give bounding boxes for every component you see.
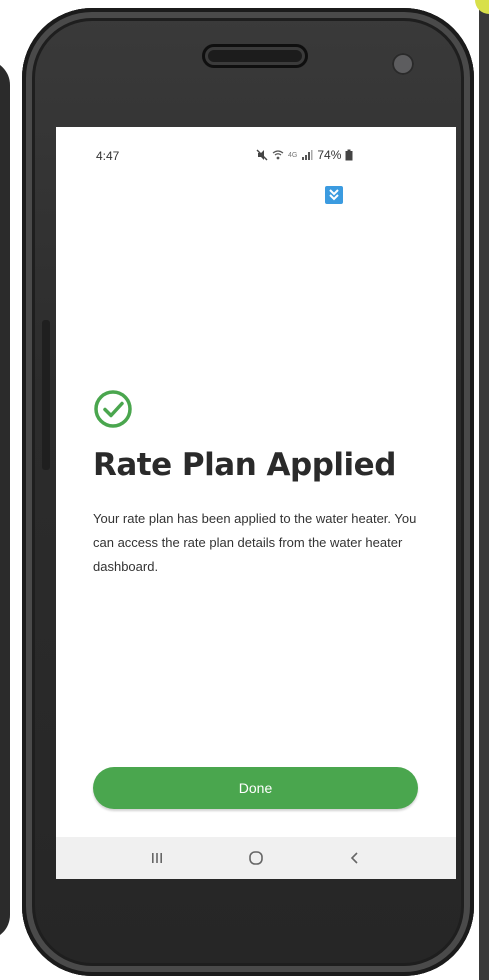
status-time: 4:47 [96,149,120,163]
page-title: Rate Plan Applied [93,447,396,483]
stage: 4:47 4G 74% Rate Plan Applied Your rate … [0,0,489,980]
system-nav-bar [56,837,456,879]
battery-icon [345,149,353,161]
status-bar: 4:47 4G 74% [56,127,456,173]
background-phone-right [479,0,489,980]
background-phone-left [0,60,10,940]
network-type-label: 4G [288,151,298,159]
front-camera [392,53,414,75]
phone-side-button [42,320,50,470]
battery-percent: 74% [317,148,342,162]
wifi-icon [272,149,284,161]
done-button[interactable]: Done [93,767,418,809]
mute-icon [256,149,268,161]
phone-speaker [202,44,308,68]
back-icon[interactable] [340,845,370,871]
signal-icon [301,149,313,161]
check-circle-icon [93,389,133,429]
status-icons: 4G 74% [256,148,353,162]
confirmation-message: Your rate plan has been applied to the w… [93,511,417,574]
down-arrow-icon [325,186,343,204]
phone-screen: 4:47 4G 74% Rate Plan Applied Your rate … [56,127,456,879]
recent-apps-icon[interactable] [142,845,172,871]
background-accent [475,0,489,14]
home-icon[interactable] [241,845,271,871]
